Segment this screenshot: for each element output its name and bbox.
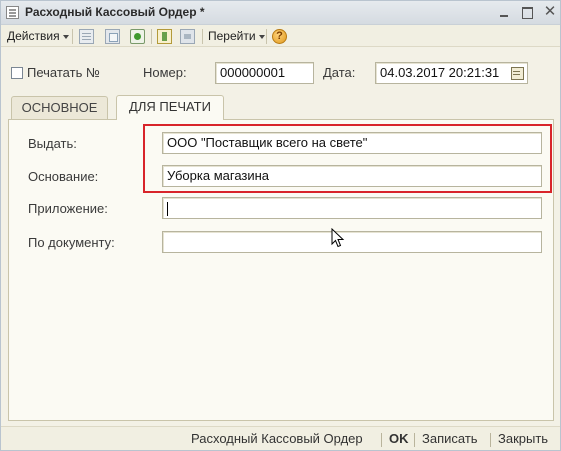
chevron-down-icon [62,34,69,39]
print-number-label: Печатать № [27,65,100,80]
goto-menu[interactable]: Перейти [208,28,265,45]
attachment-label: Приложение: [28,201,108,216]
issue-label: Выдать: [28,136,77,151]
print-number-checkbox[interactable] [11,67,23,79]
minimize-icon[interactable] [496,4,512,20]
window-title: Расходный Кассовый Ордер * [25,5,205,19]
refresh-icon[interactable] [130,29,145,44]
tab-main[interactable]: ОСНОВНОЕ [11,96,108,119]
toolbar-divider [202,29,203,44]
save-button[interactable]: Записать [422,431,478,446]
footer-bar: Расходный Кассовый Ордер OK Записать Зак… [1,426,560,450]
actions-menu[interactable]: Действия [7,28,69,45]
footer-divider [490,433,491,447]
attachment-field[interactable] [162,197,542,219]
number-label: Номер: [143,65,187,80]
document-label: По документу: [28,235,115,250]
tab-print[interactable]: ДЛЯ ПЕЧАТИ [116,95,224,120]
number-field[interactable]: 000000001 [215,62,314,84]
doc-icon[interactable] [79,29,94,44]
date-field[interactable]: 04.03.2017 20:21:31 [375,62,528,84]
goto-menu-label: Перейти [208,29,256,43]
help-icon[interactable]: ? [272,29,287,44]
basis-field[interactable]: Уборка магазина [162,165,542,187]
issue-field[interactable]: ООО "Поставщик всего на свете" [162,132,542,154]
post-icon[interactable] [157,29,172,44]
footer-divider [414,433,415,447]
chevron-down-icon [258,34,265,39]
actions-menu-label: Действия [7,29,60,43]
basis-label: Основание: [28,169,99,184]
maximize-icon[interactable] [519,4,535,20]
ok-button[interactable]: OK [389,431,409,446]
unpost-icon[interactable] [180,29,195,44]
toolbar: Действия Перейти ? [1,25,560,47]
date-label: Дата: [323,65,356,80]
print-form-button[interactable]: Расходный Кассовый Ордер [191,431,363,446]
toolbar-divider [151,29,152,44]
footer-divider [381,433,382,447]
copy-icon[interactable] [105,29,120,44]
mouse-cursor-icon [331,228,345,248]
title-bar: Расходный Кассовый Ордер * ✕ [1,1,560,25]
toolbar-divider [72,29,73,44]
close-button[interactable]: Закрыть [498,431,548,446]
toolbar-divider [266,29,267,44]
document-window: Расходный Кассовый Ордер * ✕ Действия Пе… [0,0,561,451]
document-field[interactable] [162,231,542,253]
document-icon [6,6,19,19]
text-caret [167,201,168,216]
calendar-icon[interactable] [509,64,525,82]
close-icon[interactable]: ✕ [542,4,558,20]
print-tab-panel: Выдать: ООО "Поставщик всего на свете" О… [8,119,554,421]
